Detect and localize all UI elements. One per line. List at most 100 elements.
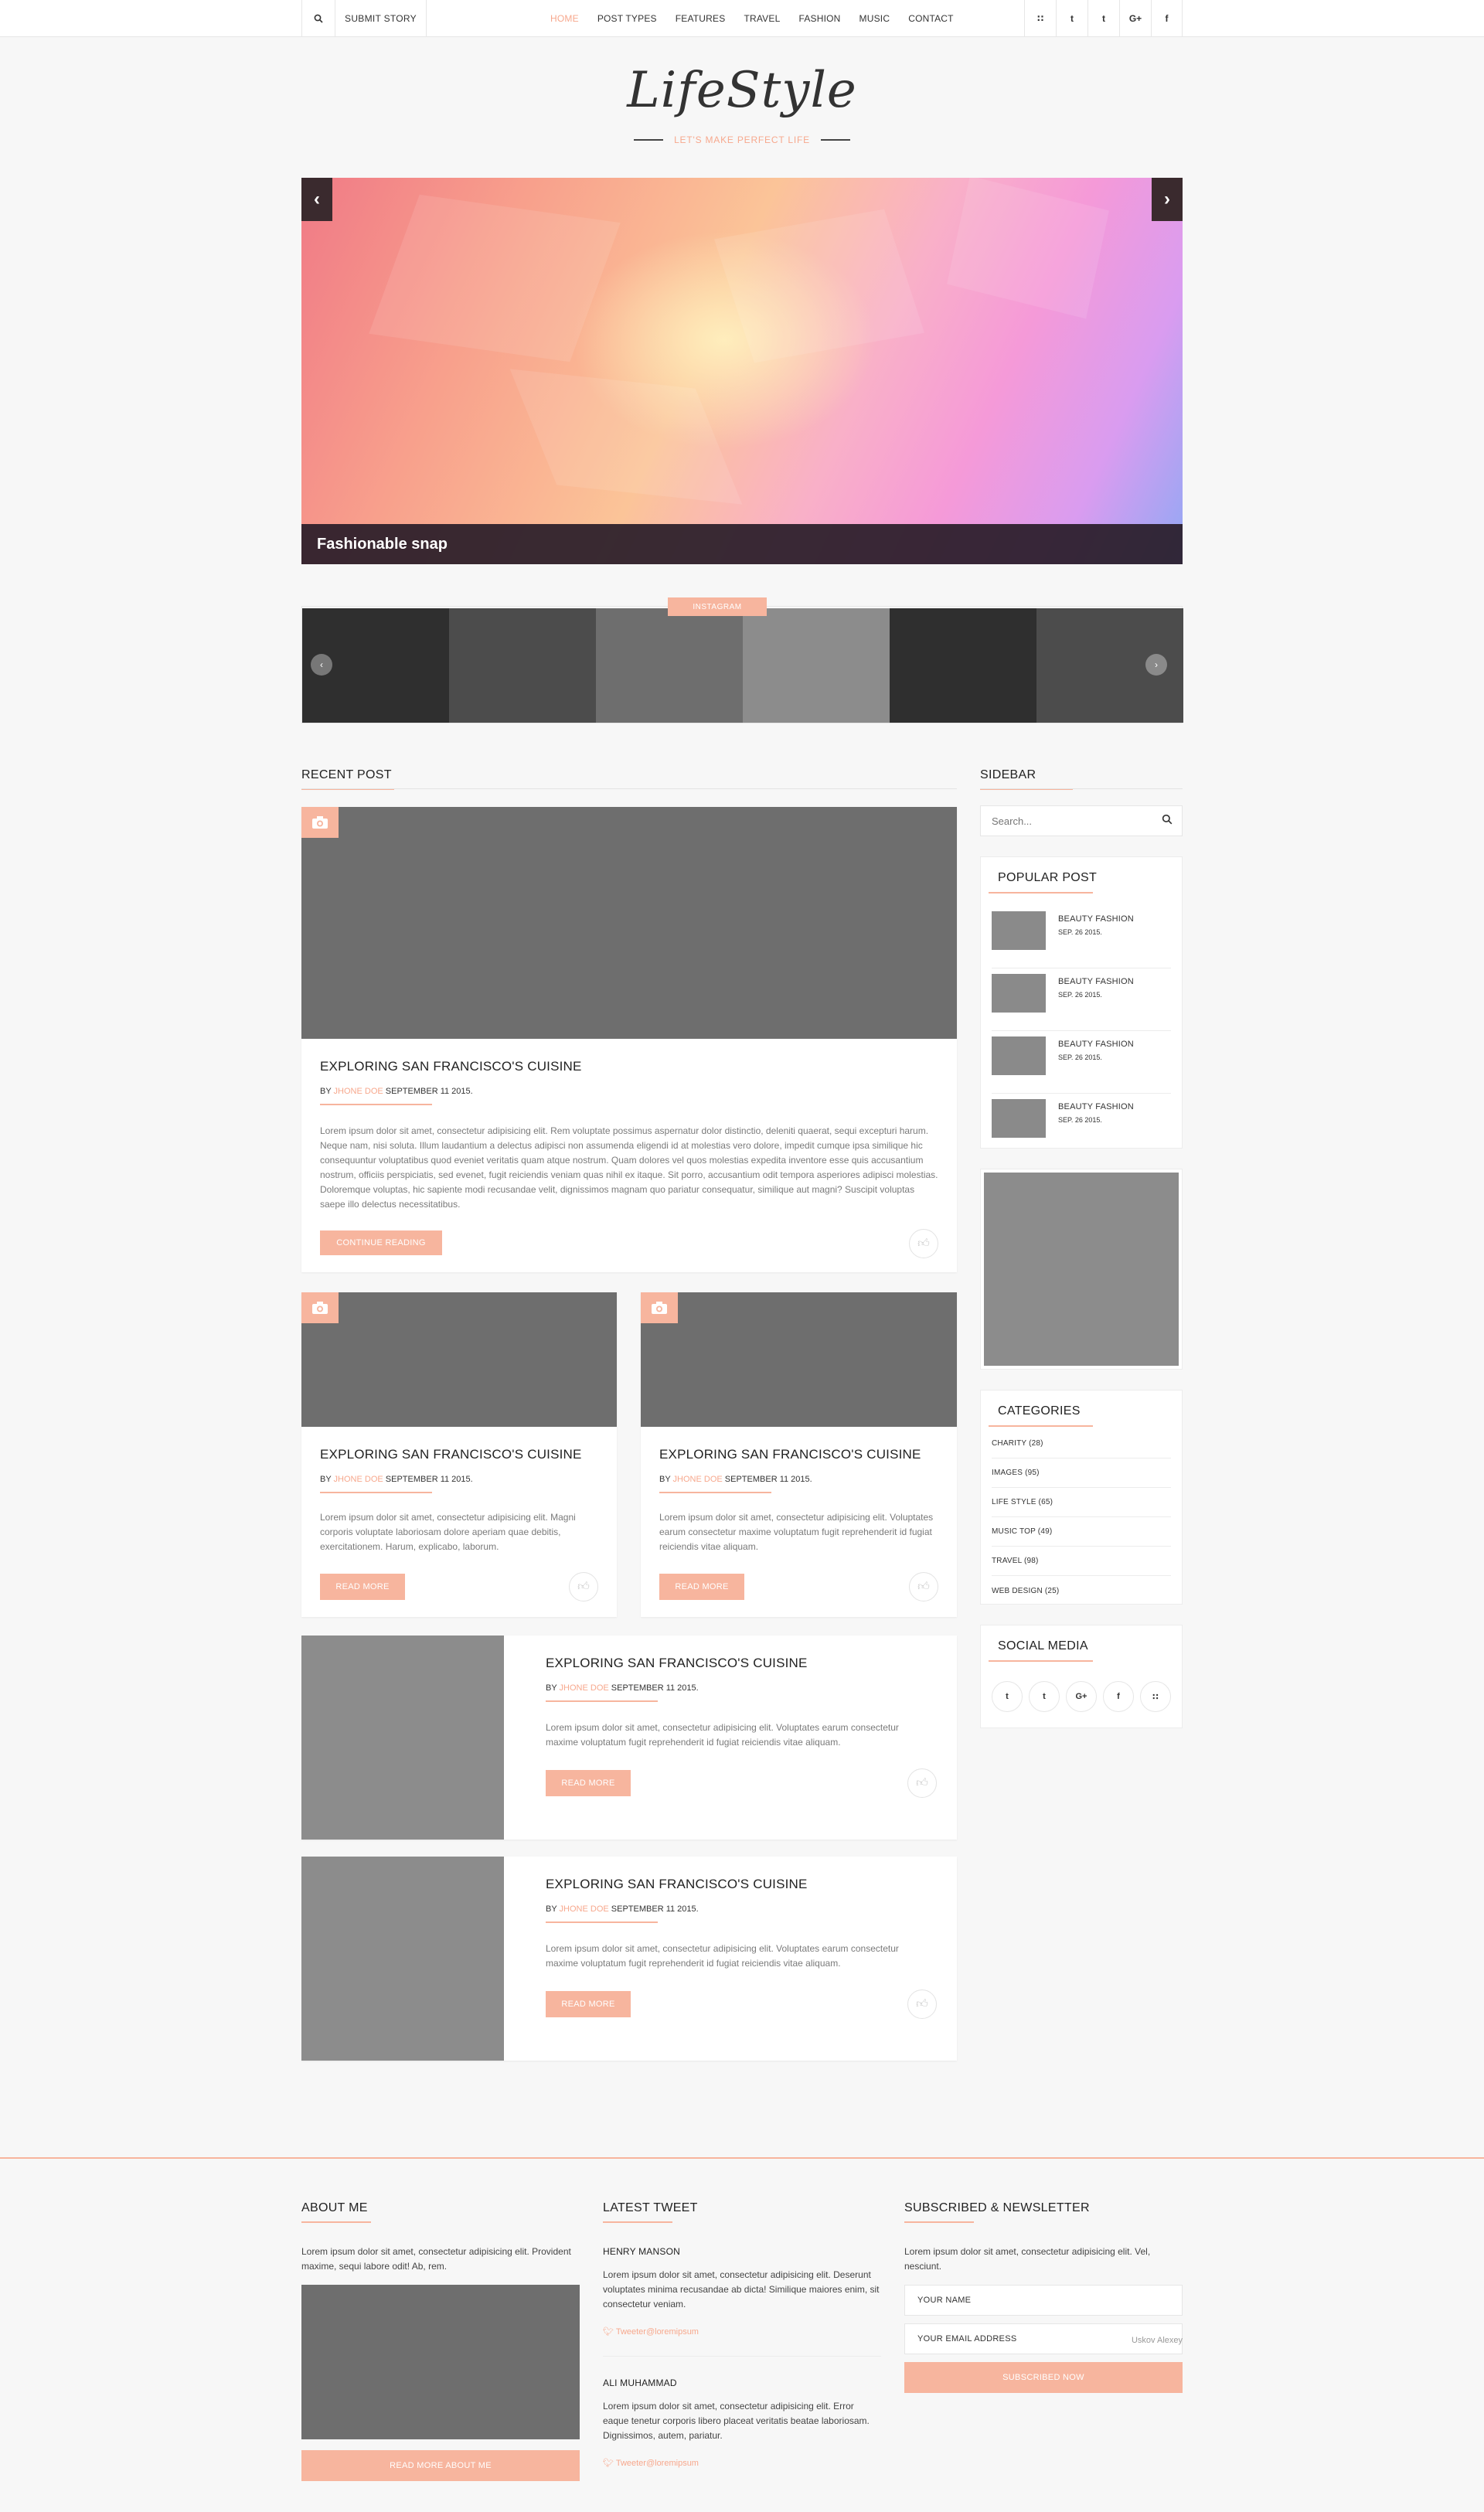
popular-post-name[interactable]: BEAUTY FASHION [1058,1102,1134,1111]
search-input[interactable] [981,806,1151,836]
instagram-strip [302,608,1183,723]
popular-post-thumb[interactable] [992,974,1046,1013]
meta-by: BY [546,1904,557,1914]
post-author-link[interactable]: JHONE DOE [560,1904,609,1914]
google-plus-icon[interactable]: G+ [1119,0,1151,37]
slider-next-button[interactable]: › [1152,178,1183,221]
category-link[interactable]: CHARITY (28) [992,1429,1171,1459]
post-author-link[interactable]: JHONE DOE [673,1475,723,1484]
tweet-link-text[interactable]: Tweeter@loremipsum [616,2327,699,2337]
featured-post-title[interactable]: EXPLORING SAN FRANCISCO'S CUISINE [320,1059,582,1074]
newsletter-heading: SUBSCRIBED & NEWSLETTER [904,2201,1090,2223]
category-link[interactable]: TRAVEL (98) [992,1547,1171,1576]
search-icon[interactable] [301,0,335,37]
menu-post-types[interactable]: POST TYPES [588,13,666,24]
footer-credit: Uskov Alexey [1131,2336,1183,2345]
facebook-icon[interactable]: f [1103,1681,1134,1712]
continue-reading-button[interactable]: CONTINUE READING [320,1230,442,1255]
popular-post-item[interactable]: BEAUTY FASHION SEP. 26 2015. [992,1094,1171,1156]
menu-home[interactable]: HOME [541,13,588,24]
twitter-icon: 🐦︎ [603,2459,616,2468]
tumblr-icon[interactable]: t [1029,1681,1060,1712]
menu-music[interactable]: MUSIC [850,13,900,24]
post-date: SEPTEMBER 11 2015. [385,1475,473,1484]
slider-caption[interactable]: Fashionable snap [301,524,1183,564]
search-icon[interactable] [1162,814,1173,829]
popular-post-thumb[interactable] [992,911,1046,950]
rss-icon[interactable]: ∷ [1024,0,1056,37]
like-icon[interactable]: 👍︎ [569,1572,598,1601]
list-post-image[interactable] [301,1636,504,1840]
rss-icon[interactable]: ∷ [1140,1681,1171,1712]
post-author-link[interactable]: JHONE DOE [334,1475,383,1484]
grid-post-image[interactable] [641,1292,957,1427]
tweet-link[interactable]: 🐦︎ Tweeter@loremipsum [603,2326,699,2337]
post-author-link[interactable]: JHONE DOE [560,1683,609,1693]
popular-post-item[interactable]: BEAUTY FASHION SEP. 26 2015. [992,1032,1171,1094]
popular-post-thumb[interactable] [992,1099,1046,1138]
post-author-link[interactable]: JHONE DOE [334,1087,383,1096]
tweet-link[interactable]: 🐦︎ Tweeter@loremipsum [603,2458,699,2468]
tumblr-icon[interactable]: t [1087,0,1119,37]
tweet-author: ALI MUHAMMAD [603,2378,677,2388]
category-link[interactable]: IMAGES (95) [992,1459,1171,1488]
site-logo[interactable]: LifeStyle [0,62,1484,119]
popular-post-name[interactable]: BEAUTY FASHION [1058,977,1134,986]
popular-post-name[interactable]: BEAUTY FASHION [1058,1040,1134,1049]
instagram-tile[interactable] [449,608,596,723]
read-more-button[interactable]: READ MORE [546,1991,631,2017]
hero-slider[interactable]: Fashionable snap [301,178,1183,564]
like-icon[interactable]: 👍︎ [909,1572,938,1601]
menu-contact[interactable]: CONTACT [899,13,963,24]
post-date: SEPTEMBER 11 2015. [724,1475,812,1484]
grid-post-title[interactable]: EXPLORING SAN FRANCISCO'S CUISINE [320,1447,582,1462]
camera-icon [301,807,339,838]
read-more-about-me-button[interactable]: READ MORE ABOUT ME [301,2450,580,2481]
popular-post-item[interactable]: BEAUTY FASHION SEP. 26 2015. [992,969,1171,1031]
sidebar-rule [980,788,1183,789]
grid-post-image[interactable] [301,1292,617,1427]
popular-post-name[interactable]: BEAUTY FASHION [1058,914,1134,924]
menu-features[interactable]: FEATURES [666,13,735,24]
post-date: SEPTEMBER 11 2015. [385,1087,473,1096]
featured-post-image[interactable] [301,807,957,1039]
list-post-card: EXPLORING SAN FRANCISCO'S CUISINE BY JHO… [301,1636,957,1840]
submit-story-link[interactable]: SUBMIT STORY [335,0,427,37]
twitter-icon[interactable]: t [992,1681,1023,1712]
instagram-tile[interactable] [596,608,743,723]
menu-travel[interactable]: TRAVEL [734,13,789,24]
popular-post-thumb[interactable] [992,1036,1046,1075]
instagram-tile[interactable] [743,608,890,723]
google-plus-icon[interactable]: G+ [1066,1681,1097,1712]
grid-post-title[interactable]: EXPLORING SAN FRANCISCO'S CUISINE [659,1447,921,1462]
instagram-tile[interactable] [890,608,1036,723]
tweet-link-text[interactable]: Tweeter@loremipsum [616,2459,699,2468]
read-more-button[interactable]: READ MORE [320,1574,405,1600]
facebook-icon[interactable]: f [1151,0,1183,37]
list-post-image[interactable] [301,1857,504,2061]
list-post-card: EXPLORING SAN FRANCISCO'S CUISINE BY JHO… [301,1857,957,2061]
list-post-title[interactable]: EXPLORING SAN FRANCISCO'S CUISINE [546,1656,808,1671]
category-link[interactable]: LIFE STYLE (65) [992,1488,1171,1517]
read-more-button[interactable]: READ MORE [546,1770,631,1796]
slider-facet [714,209,924,363]
subscribe-button[interactable]: SUBSCRIBED NOW [904,2362,1183,2393]
like-icon[interactable]: 👍︎ [907,1768,937,1798]
like-icon[interactable]: 👍︎ [909,1229,938,1258]
instagram-label: INSTAGRAM [668,597,767,616]
like-icon[interactable]: 👍︎ [907,1990,937,2019]
category-link[interactable]: MUSIC TOP (49) [992,1517,1171,1547]
instagram-prev-button[interactable]: ‹ [311,654,332,676]
category-link[interactable]: WEB DESIGN (25) [992,1576,1171,1605]
slider-prev-button[interactable]: ‹ [301,178,332,221]
popular-post-item[interactable]: BEAUTY FASHION SEP. 26 2015. [992,907,1171,968]
read-more-button[interactable]: READ MORE [659,1574,744,1600]
instagram-carousel [301,606,1183,723]
menu-fashion[interactable]: FASHION [789,13,849,24]
instagram-next-button[interactable]: › [1145,654,1167,676]
name-input[interactable] [905,2286,1182,2315]
list-post-title[interactable]: EXPLORING SAN FRANCISCO'S CUISINE [546,1877,808,1892]
sidebar-heading: SIDEBAR [980,768,1074,790]
sidebar-banner-image[interactable] [984,1173,1179,1366]
twitter-icon[interactable]: t [1056,0,1087,37]
